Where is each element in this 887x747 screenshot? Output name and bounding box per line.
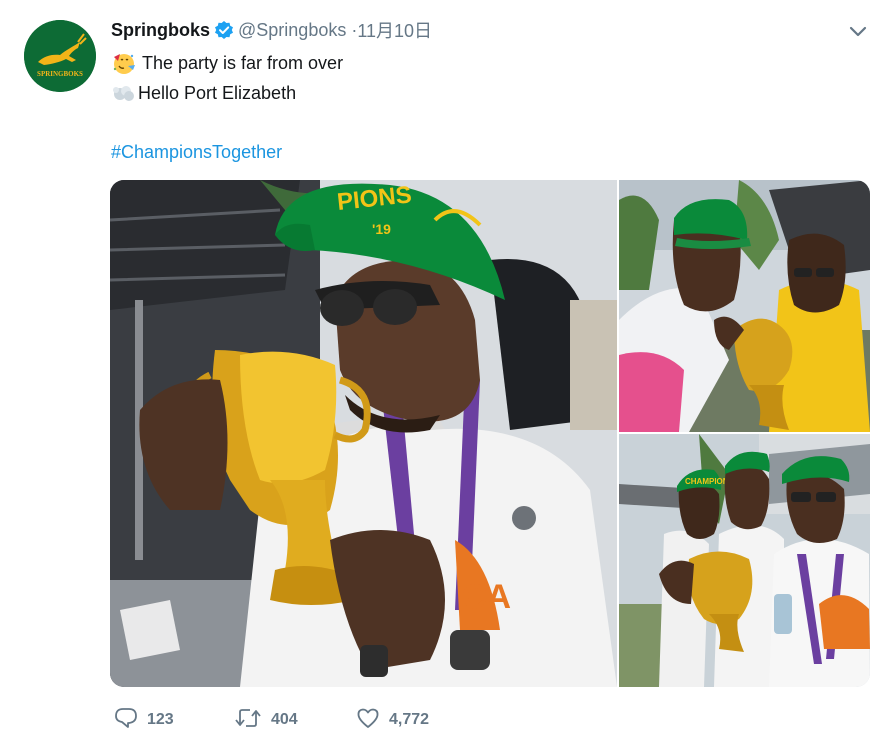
avatar[interactable]: SPRINGBOKS bbox=[24, 20, 96, 92]
tweet-header: Springboks @Springboks · 11月10日 bbox=[111, 17, 432, 43]
reply-icon bbox=[114, 707, 138, 734]
avatar-wordmark: SPRINGBOKS bbox=[37, 70, 83, 78]
verified-icon bbox=[214, 20, 234, 40]
heart-icon bbox=[356, 707, 380, 734]
photo-bottom-right[interactable]: CHAMPIONS bbox=[619, 434, 870, 687]
display-name[interactable]: Springboks bbox=[111, 20, 210, 41]
retweet-button[interactable]: 404 bbox=[234, 707, 356, 734]
tweet-date[interactable]: 11月10日 bbox=[357, 17, 432, 43]
tweet-line-1: The party is far from over bbox=[111, 48, 343, 78]
photo-top-right[interactable] bbox=[619, 180, 870, 432]
retweet-count: 404 bbox=[271, 711, 298, 728]
tweet-text: The party is far from over Hello Port El… bbox=[111, 48, 343, 108]
main-cap-year: '19 bbox=[372, 221, 391, 237]
reply-button[interactable]: 123 bbox=[114, 707, 234, 734]
dash-puff-icon bbox=[111, 81, 137, 105]
reply-count: 123 bbox=[147, 711, 174, 728]
photo-main[interactable]: CA PIONS '19 bbox=[110, 180, 617, 687]
party-face-icon bbox=[111, 51, 137, 75]
like-button[interactable]: 4,772 bbox=[356, 707, 476, 734]
tweet-actions: 123 404 4,772 bbox=[114, 706, 476, 734]
tweet-line-2: Hello Port Elizabeth bbox=[111, 78, 343, 108]
retweet-icon bbox=[234, 707, 262, 734]
media-grid: CA PIONS '19 CHAMPIONS bbox=[110, 180, 870, 687]
shirt-print-text: CA bbox=[462, 578, 511, 616]
springboks-logo: SPRINGBOKS bbox=[24, 20, 96, 92]
tweet-line-1-text: The party is far from over bbox=[142, 53, 344, 73]
chevron-down-icon[interactable] bbox=[848, 22, 868, 42]
user-handle[interactable]: @Springboks bbox=[238, 20, 346, 41]
tweet-line-2-text: Hello Port Elizabeth bbox=[138, 83, 297, 103]
like-count: 4,772 bbox=[389, 711, 430, 728]
hashtag-link[interactable]: #ChampionsTogether bbox=[111, 139, 282, 165]
